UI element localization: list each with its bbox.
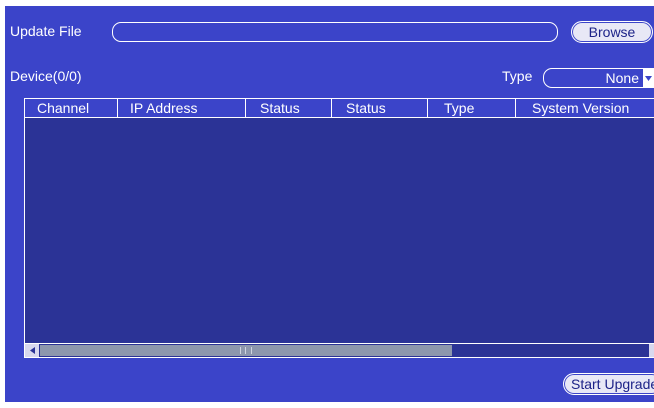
update-file-label: Update File bbox=[10, 23, 82, 39]
type-select-value: None bbox=[605, 70, 639, 86]
column-header-channel[interactable]: Channel bbox=[25, 99, 117, 117]
scrollbar-thumb[interactable] bbox=[40, 345, 452, 356]
triangle-left-icon[interactable] bbox=[25, 344, 39, 357]
horizontal-scrollbar[interactable] bbox=[25, 343, 654, 357]
start-upgrade-button[interactable]: Start Upgrade bbox=[563, 373, 654, 395]
column-header-type[interactable]: Type bbox=[427, 99, 515, 117]
upgrade-panel: Update File Browse Device(0/0) Type None… bbox=[5, 6, 654, 402]
column-header-status[interactable]: Status bbox=[245, 99, 331, 117]
chevron-down-icon[interactable] bbox=[643, 69, 653, 87]
column-header-system-version[interactable]: System Version bbox=[515, 99, 654, 117]
table-body bbox=[25, 118, 654, 344]
column-header-status-2[interactable]: Status bbox=[331, 99, 427, 117]
scrollbar-grip bbox=[240, 347, 252, 354]
table-header: Channel IP Address Status Status Type Sy… bbox=[25, 99, 654, 118]
update-file-path-field[interactable] bbox=[112, 22, 558, 42]
device-count-label: Device(0/0) bbox=[10, 68, 82, 84]
device-table: Channel IP Address Status Status Type Sy… bbox=[24, 98, 654, 358]
browse-button[interactable]: Browse bbox=[571, 21, 653, 43]
column-header-ip-address[interactable]: IP Address bbox=[117, 99, 245, 117]
type-select[interactable]: None bbox=[543, 68, 654, 88]
triangle-right-icon[interactable] bbox=[649, 344, 654, 357]
type-label: Type bbox=[502, 68, 533, 84]
